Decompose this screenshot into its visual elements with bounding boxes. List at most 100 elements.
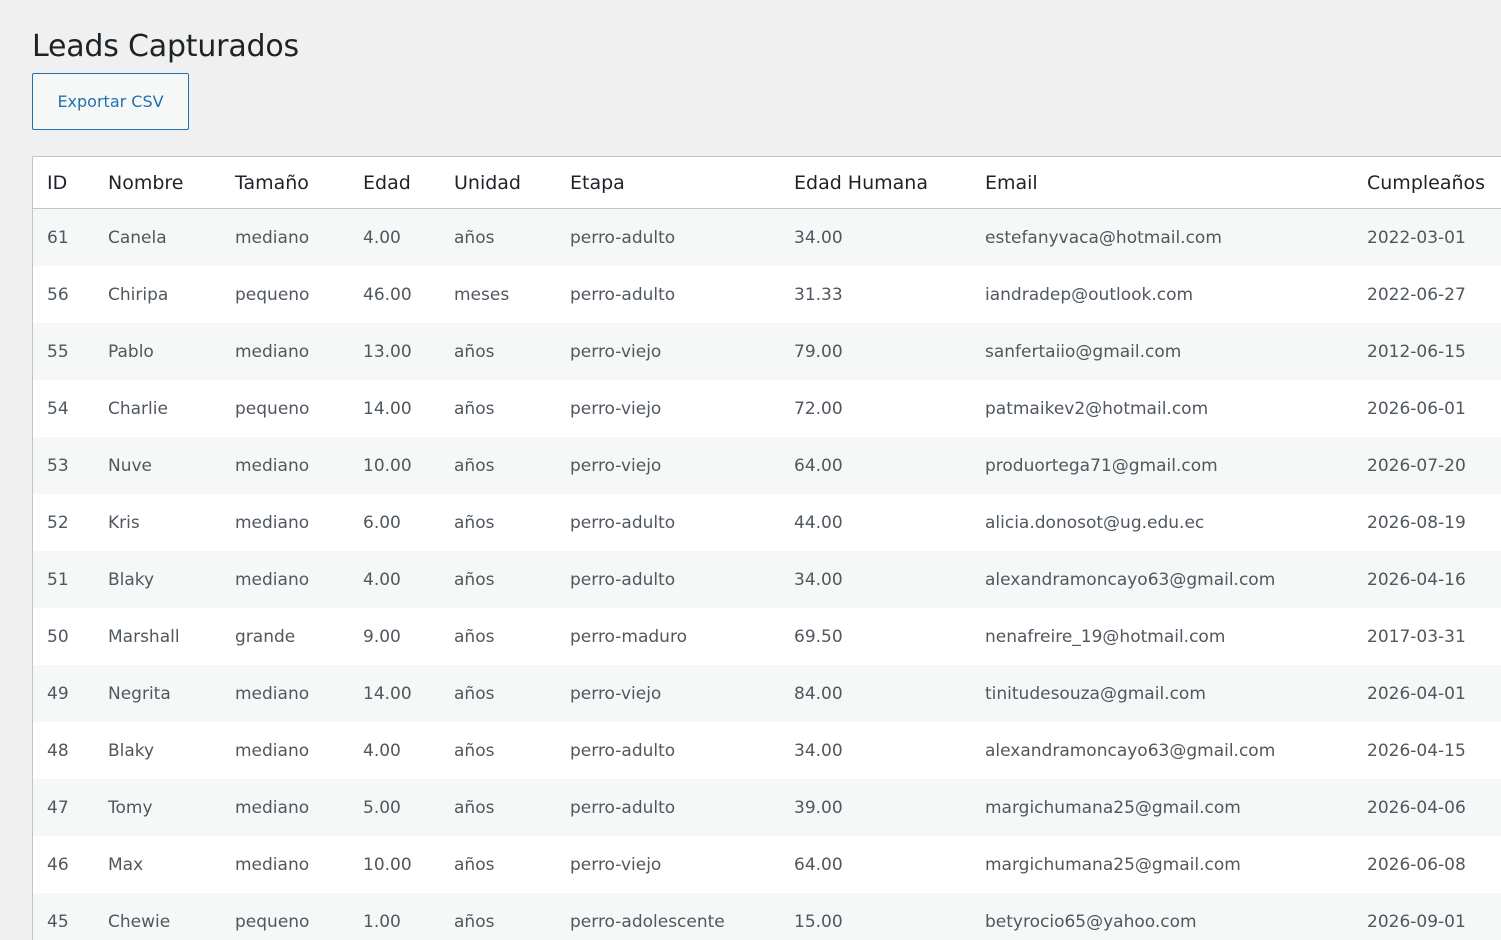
table-row: 54 Charlie pequeno 14.00 años perro-viejo 72.0… [33,380,1501,437]
cell-edad-humana: 64.00 [780,437,971,494]
cell-nombre: Tomy [94,779,221,836]
column-header-unidad: Unidad [440,157,556,209]
cell-tamano: mediano [221,779,349,836]
cell-email: tinitudesouza@gmail.com [971,665,1353,722]
cell-edad: 46.00 [349,266,440,323]
cell-cumpleanos: 2026-06-01 [1353,380,1501,437]
cell-cumpleanos: 2026-07-20 [1353,437,1501,494]
cell-tamano: pequeno [221,893,349,940]
cell-etapa: perro-adulto [556,266,780,323]
table-row: 49 Negrita mediano 14.00 años perro-viejo 84.0… [33,665,1501,722]
cell-etapa: perro-adulto [556,494,780,551]
cell-nombre: Nuve [94,437,221,494]
cell-edad: 10.00 [349,437,440,494]
cell-cumpleanos: 2026-04-01 [1353,665,1501,722]
cell-email: estefanyvaca@hotmail.com [971,208,1353,266]
cell-id: 47 [33,779,94,836]
cell-cumpleanos: 2026-04-16 [1353,551,1501,608]
table-row: 46 Max mediano 10.00 años perro-viejo 64.00 mar… [33,836,1501,893]
cell-email: nenafreire_19@hotmail.com [971,608,1353,665]
cell-tamano: pequeno [221,380,349,437]
cell-id: 54 [33,380,94,437]
cell-etapa: perro-adulto [556,208,780,266]
cell-unidad: meses [440,266,556,323]
cell-email: produortega71@gmail.com [971,437,1353,494]
cell-id: 55 [33,323,94,380]
cell-email: margichumana25@gmail.com [971,836,1353,893]
cell-nombre: Pablo [94,323,221,380]
cell-edad: 10.00 [349,836,440,893]
cell-tamano: mediano [221,494,349,551]
table-row: 50 Marshall grande 9.00 años perro-maduro 69.5… [33,608,1501,665]
table-row: 48 Blaky mediano 4.00 años perro-adulto 34.00 a… [33,722,1501,779]
cell-etapa: perro-adulto [556,779,780,836]
cell-unidad: años [440,779,556,836]
table-row: 55 Pablo mediano 13.00 años perro-viejo 79.00 s… [33,323,1501,380]
cell-id: 48 [33,722,94,779]
table-row: 47 Tomy mediano 5.00 años perro-adulto 39.00 ma… [33,779,1501,836]
table-row: 45 Chewie pequeno 1.00 años perro-adolescente… [33,893,1501,940]
column-header-email: Email [971,157,1353,209]
cell-tamano: mediano [221,665,349,722]
cell-edad-humana: 84.00 [780,665,971,722]
cell-id: 61 [33,208,94,266]
cell-edad-humana: 44.00 [780,494,971,551]
cell-etapa: perro-viejo [556,836,780,893]
cell-etapa: perro-viejo [556,380,780,437]
cell-edad: 6.00 [349,494,440,551]
cell-etapa: perro-maduro [556,608,780,665]
cell-nombre: Canela [94,208,221,266]
header-row: ID Nombre Tamaño Edad Unidad Etapa Edad Humana… [33,157,1501,209]
table-row: 51 Blaky mediano 4.00 años perro-adulto 34.00 a… [33,551,1501,608]
cell-id: 56 [33,266,94,323]
cell-cumpleanos: 2022-06-27 [1353,266,1501,323]
leads-table: ID Nombre Tamaño Edad Unidad Etapa Edad Humana… [33,157,1501,940]
cell-edad-humana: 15.00 [780,893,971,940]
table-row: 61 Canela mediano 4.00 años perro-adulto 34.00… [33,208,1501,266]
cell-edad: 9.00 [349,608,440,665]
cell-edad-humana: 39.00 [780,779,971,836]
cell-etapa: perro-viejo [556,665,780,722]
cell-id: 46 [33,836,94,893]
cell-id: 49 [33,665,94,722]
table-row: 53 Nuve mediano 10.00 años perro-viejo 64.00 pr… [33,437,1501,494]
cell-cumpleanos: 2017-03-31 [1353,608,1501,665]
cell-cumpleanos: 2026-04-06 [1353,779,1501,836]
cell-unidad: años [440,836,556,893]
column-header-cumpleanos: Cumpleaños [1353,157,1501,209]
cell-nombre: Kris [94,494,221,551]
cell-tamano: mediano [221,208,349,266]
cell-edad-humana: 79.00 [780,323,971,380]
cell-edad-humana: 31.33 [780,266,971,323]
cell-tamano: mediano [221,551,349,608]
cell-nombre: Charlie [94,380,221,437]
cell-etapa: perro-viejo [556,323,780,380]
table-row: 56 Chiripa pequeno 46.00 meses perro-adulto 31… [33,266,1501,323]
table-row: 52 Kris mediano 6.00 años perro-adulto 44.00 al… [33,494,1501,551]
cell-edad: 4.00 [349,551,440,608]
table-header: ID Nombre Tamaño Edad Unidad Etapa Edad Humana… [33,157,1501,209]
cell-unidad: años [440,494,556,551]
column-header-id: ID [33,157,94,209]
cell-tamano: mediano [221,323,349,380]
cell-id: 51 [33,551,94,608]
cell-tamano: pequeno [221,266,349,323]
cell-nombre: Chiripa [94,266,221,323]
cell-id: 45 [33,893,94,940]
cell-cumpleanos: 2026-06-08 [1353,836,1501,893]
cell-id: 52 [33,494,94,551]
cell-edad-humana: 69.50 [780,608,971,665]
cell-edad: 14.00 [349,380,440,437]
cell-nombre: Chewie [94,893,221,940]
cell-cumpleanos: 2012-06-15 [1353,323,1501,380]
column-header-edad: Edad [349,157,440,209]
cell-email: margichumana25@gmail.com [971,779,1353,836]
cell-unidad: años [440,323,556,380]
cell-email: alicia.donosot@ug.edu.ec [971,494,1353,551]
cell-email: alexandramoncayo63@gmail.com [971,722,1353,779]
cell-tamano: mediano [221,437,349,494]
cell-edad: 4.00 [349,722,440,779]
table-body: 61 Canela mediano 4.00 años perro-adulto 34.00… [33,208,1501,940]
cell-edad-humana: 34.00 [780,722,971,779]
export-csv-button[interactable]: Exportar CSV [32,73,189,130]
